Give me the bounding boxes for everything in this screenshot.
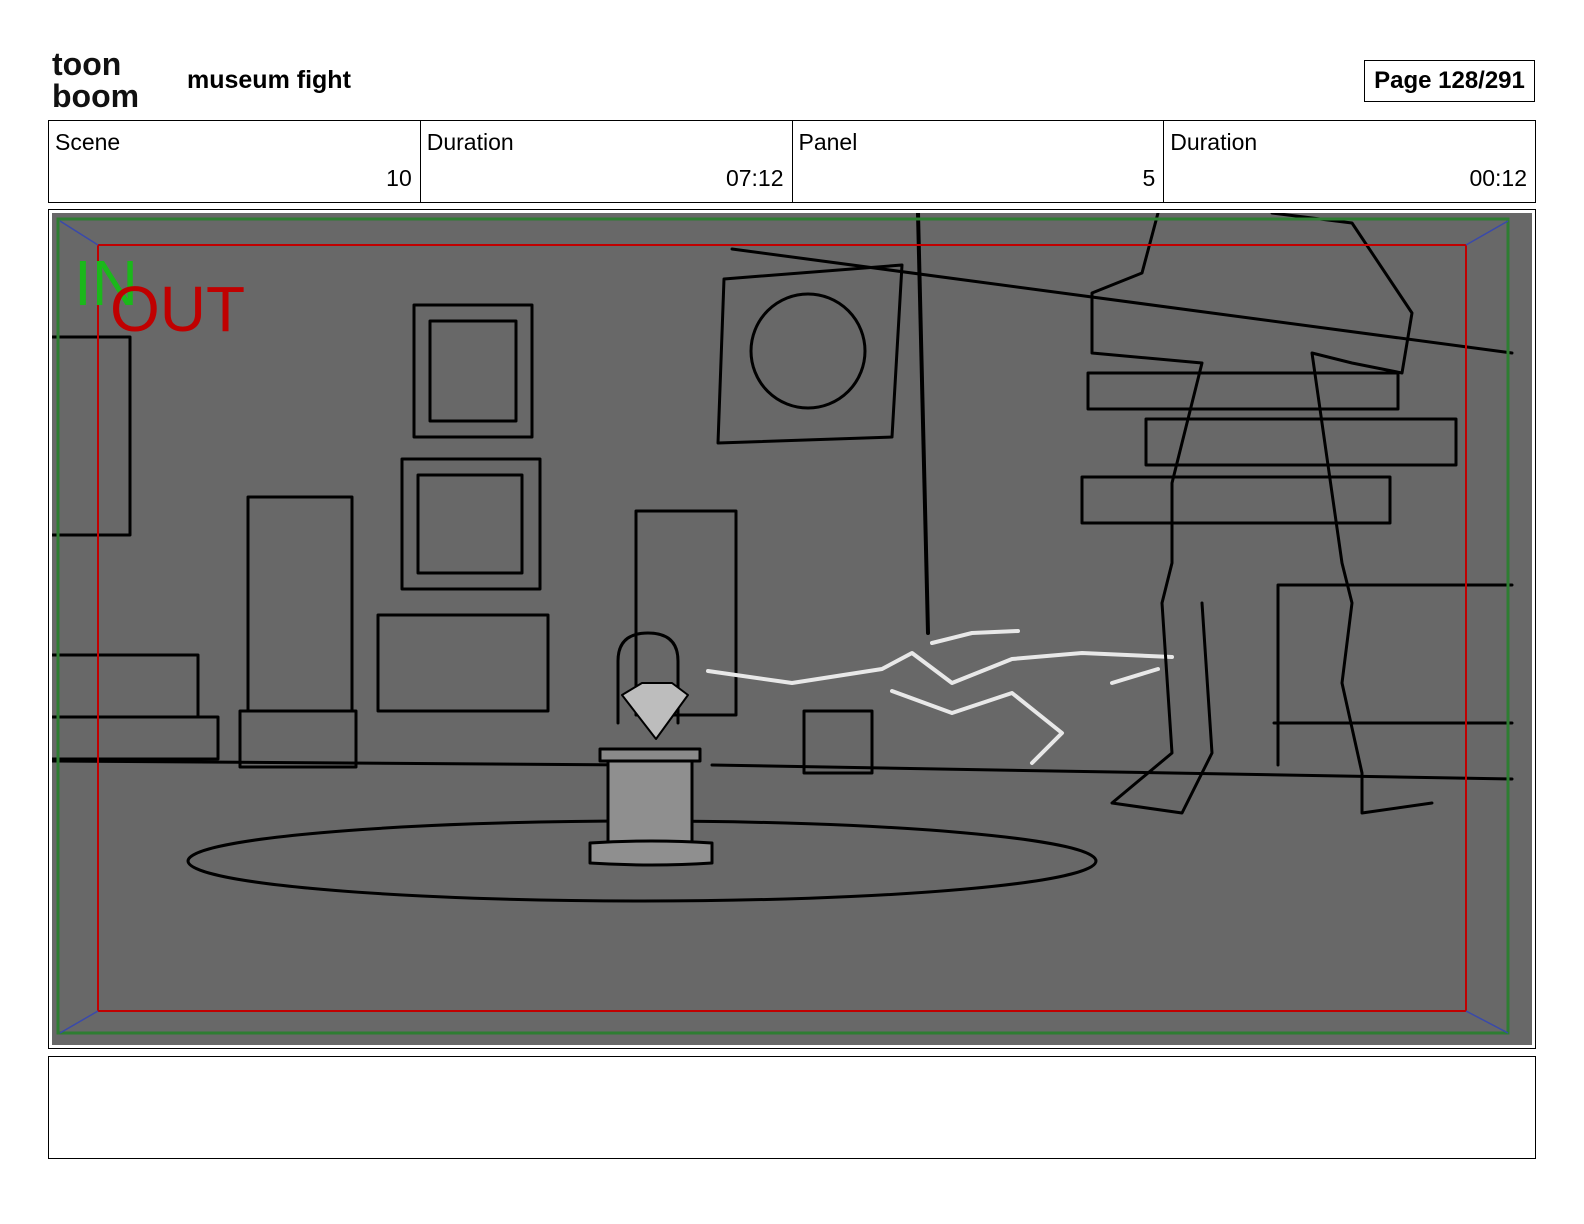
project-title: museum fight — [187, 66, 351, 94]
panel-value: 5 — [1142, 165, 1156, 191]
storyboard-panel: IN OUT — [48, 209, 1536, 1049]
scene-value: 10 — [386, 165, 412, 191]
panel-duration-value: 00:12 — [1469, 165, 1527, 191]
display-pedestal — [606, 759, 694, 845]
panel-duration-cell: Duration 00:12 — [1164, 121, 1535, 202]
panel-background — [52, 213, 1532, 1045]
scene-duration-value: 07:12 — [725, 165, 784, 191]
scene-duration-cell: Duration 07:12 — [421, 121, 793, 202]
panel-notes[interactable] — [48, 1056, 1536, 1159]
panel-label: Panel — [798, 129, 858, 155]
panel-cell: Panel 5 — [793, 121, 1165, 202]
scene-duration-label: Duration — [426, 129, 514, 155]
panel-drawing: IN OUT — [52, 213, 1532, 1045]
scene-info-table: Scene 10 Duration 07:12 Panel 5 Duration… — [48, 120, 1536, 203]
scene-cell: Scene 10 — [49, 121, 421, 202]
out-label: OUT — [110, 273, 245, 345]
logo-line2: boom — [52, 78, 139, 110]
museum-scene-sketch: IN OUT — [52, 213, 1532, 1045]
toonboom-logo: toon boom — [52, 50, 164, 110]
page-indicator: Page 128/291 — [1364, 60, 1535, 102]
scene-label: Scene — [55, 129, 121, 155]
panel-duration-label: Duration — [1170, 129, 1258, 155]
